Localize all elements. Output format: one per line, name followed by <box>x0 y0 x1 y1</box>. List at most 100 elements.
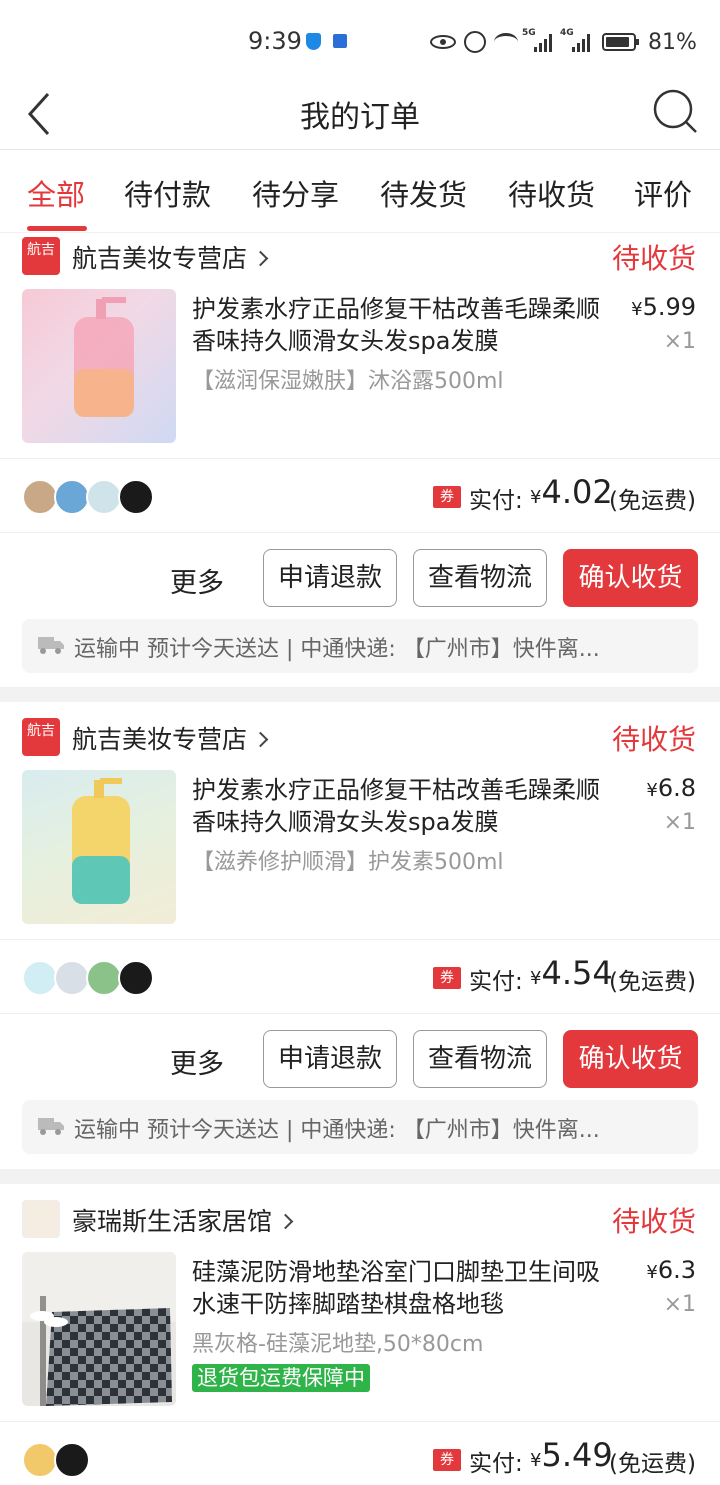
tab-all[interactable]: 全部 <box>27 172 85 214</box>
product-spec: 【滋润保湿嫩肤】沐浴露500ml <box>192 369 504 394</box>
avatar <box>54 479 90 515</box>
coupon-icon: 券 <box>433 967 461 989</box>
more-button[interactable]: 更多 <box>170 561 224 600</box>
product-quantity: ×1 <box>663 810 696 835</box>
paid-amount: ¥4.02 <box>530 473 613 511</box>
more-button[interactable]: 更多 <box>170 1042 224 1081</box>
freight-note: (免运费) <box>609 969 696 995</box>
shop-logo: 航吉 <box>22 237 60 275</box>
tab-pending-receipt[interactable]: 待收货 <box>508 172 595 214</box>
shop-logo: 航吉 <box>22 718 60 756</box>
view-logistics-button[interactable]: 查看物流 <box>413 1030 547 1088</box>
avatar <box>22 1442 58 1478</box>
paid-label: 实付: <box>469 1451 523 1477</box>
shop-name[interactable]: 豪瑞斯生活家居馆 <box>72 1202 294 1238</box>
battery-percent: 81% <box>648 29 697 55</box>
paid-label: 实付: <box>469 488 523 514</box>
chevron-right-icon <box>252 250 269 267</box>
alarm-icon <box>464 31 486 53</box>
app-notification-icon <box>333 34 347 48</box>
avatar <box>86 479 122 515</box>
request-refund-button[interactable]: 申请退款 <box>263 549 397 607</box>
avatar <box>22 960 58 996</box>
freight-note: (免运费) <box>609 488 696 514</box>
wifi-icon <box>494 33 518 51</box>
order-tabs: 全部 待付款 待分享 待发货 待收货 评价 <box>0 150 720 232</box>
shop-row[interactable]: 豪瑞斯生活家居馆 待收货 <box>0 1196 720 1248</box>
tab-pending-share[interactable]: 待分享 <box>252 172 339 214</box>
chevron-right-icon <box>252 731 269 748</box>
truck-icon <box>38 637 64 654</box>
coupon-icon: 券 <box>433 486 461 508</box>
confirm-receipt-button[interactable]: 确认收货 <box>563 1030 698 1088</box>
chevron-right-icon <box>277 1213 294 1230</box>
payment-row: 券 实付: ¥4.54 (免运费) <box>0 940 720 1012</box>
product-title: 护发素水疗正品修复干枯改善毛躁柔顺香味持久顺滑女头发spa发膜 <box>192 295 600 355</box>
order-status: 待收货 <box>611 242 696 275</box>
product-image[interactable] <box>22 770 176 924</box>
signal-icon: 4G <box>560 28 590 52</box>
search-icon[interactable] <box>652 88 700 136</box>
logistics-text: 运输中 预计今天送达 | 中通快递: 【广州市】快件离... <box>74 1118 600 1143</box>
tab-active-indicator <box>27 226 87 231</box>
product-quantity: ×1 <box>663 329 696 354</box>
tab-pending-payment[interactable]: 待付款 <box>124 172 211 214</box>
shop-row[interactable]: 航吉 航吉美妆专营店 待收货 <box>0 233 720 285</box>
tab-review[interactable]: 评价 <box>634 172 692 214</box>
order-card: 航吉 航吉美妆专营店 待收货 护发素水疗正品修复干枯改善毛躁柔顺香味持久顺滑女头… <box>0 233 720 687</box>
product-price: ¥6.8 <box>646 774 696 802</box>
header: 我的订单 <box>0 82 720 150</box>
product-item[interactable]: 护发素水疗正品修复干枯改善毛躁柔顺香味持久顺滑女头发spa发膜 【滋润保湿嫩肤】… <box>0 289 720 445</box>
order-card: 豪瑞斯生活家居馆 待收货 硅藻泥防滑地垫浴室门口脚垫卫生间吸水速干防摔脚踏垫棋盘… <box>0 1184 720 1485</box>
product-spec: 黑灰格-硅藻泥地垫,50*80cm <box>192 1332 484 1357</box>
product-item[interactable]: 护发素水疗正品修复干枯改善毛躁柔顺香味持久顺滑女头发spa发膜 【滋养修护顺滑】… <box>0 770 720 926</box>
order-card: 航吉 航吉美妆专营店 待收货 护发素水疗正品修复干枯改善毛躁柔顺香味持久顺滑女头… <box>0 702 720 1169</box>
product-price: ¥6.3 <box>646 1256 696 1284</box>
order-status: 待收货 <box>611 1205 696 1238</box>
shop-name[interactable]: 航吉美妆专营店 <box>72 239 269 275</box>
logistics-text: 运输中 预计今天送达 | 中通快递: 【广州市】快件离... <box>74 637 600 662</box>
eye-icon <box>430 35 456 49</box>
product-item[interactable]: 硅藻泥防滑地垫浴室门口脚垫卫生间吸水速干防摔脚踏垫棋盘格地毯 黑灰格-硅藻泥地垫… <box>0 1252 720 1408</box>
tab-pending-shipment[interactable]: 待发货 <box>380 172 467 214</box>
avatar <box>86 960 122 996</box>
page-title: 我的订单 <box>300 100 420 135</box>
product-image[interactable] <box>22 1252 176 1406</box>
shop-name[interactable]: 航吉美妆专营店 <box>72 720 269 756</box>
shield-icon <box>306 33 321 50</box>
payment-row: 券 实付: ¥5.49 (免运费) <box>0 1422 720 1485</box>
avatar <box>118 960 154 996</box>
avatar <box>54 1442 90 1478</box>
order-status: 待收货 <box>611 723 696 756</box>
status-time: 9:39 <box>248 27 302 55</box>
view-logistics-button[interactable]: 查看物流 <box>413 549 547 607</box>
return-shipping-badge: 退货包运费保障中 <box>192 1364 370 1392</box>
signal-icon: 5G <box>522 28 552 52</box>
product-quantity: ×1 <box>663 1292 696 1317</box>
payment-row: 券 实付: ¥4.02 (免运费) <box>0 459 720 531</box>
paid-amount: ¥5.49 <box>530 1436 613 1474</box>
freight-note: (免运费) <box>609 1451 696 1477</box>
coupon-icon: 券 <box>433 1449 461 1471</box>
logistics-bar[interactable]: 运输中 预计今天送达 | 中通快递: 【广州市】快件离... <box>22 1100 698 1154</box>
truck-icon <box>38 1118 64 1135</box>
product-title: 硅藻泥防滑地垫浴室门口脚垫卫生间吸水速干防摔脚踏垫棋盘格地毯 <box>192 1258 600 1318</box>
actions-row: 更多 申请退款 查看物流 确认收货 <box>0 1014 720 1090</box>
paid-label: 实付: <box>469 969 523 995</box>
status-bar: 9:39 5G 4G 81% <box>0 0 720 82</box>
avatar <box>22 479 58 515</box>
shop-row[interactable]: 航吉 航吉美妆专营店 待收货 <box>0 714 720 766</box>
confirm-receipt-button[interactable]: 确认收货 <box>563 549 698 607</box>
battery-icon <box>602 33 639 51</box>
shop-logo <box>22 1200 60 1238</box>
product-spec: 【滋养修护顺滑】护发素500ml <box>192 850 504 875</box>
actions-row: 更多 申请退款 查看物流 确认收货 <box>0 533 720 609</box>
request-refund-button[interactable]: 申请退款 <box>263 1030 397 1088</box>
avatar <box>118 479 154 515</box>
product-price: ¥5.99 <box>631 293 696 321</box>
product-image[interactable] <box>22 289 176 443</box>
paid-amount: ¥4.54 <box>530 954 613 992</box>
logistics-bar[interactable]: 运输中 预计今天送达 | 中通快递: 【广州市】快件离... <box>22 619 698 673</box>
product-title: 护发素水疗正品修复干枯改善毛躁柔顺香味持久顺滑女头发spa发膜 <box>192 776 600 836</box>
avatar <box>54 960 90 996</box>
